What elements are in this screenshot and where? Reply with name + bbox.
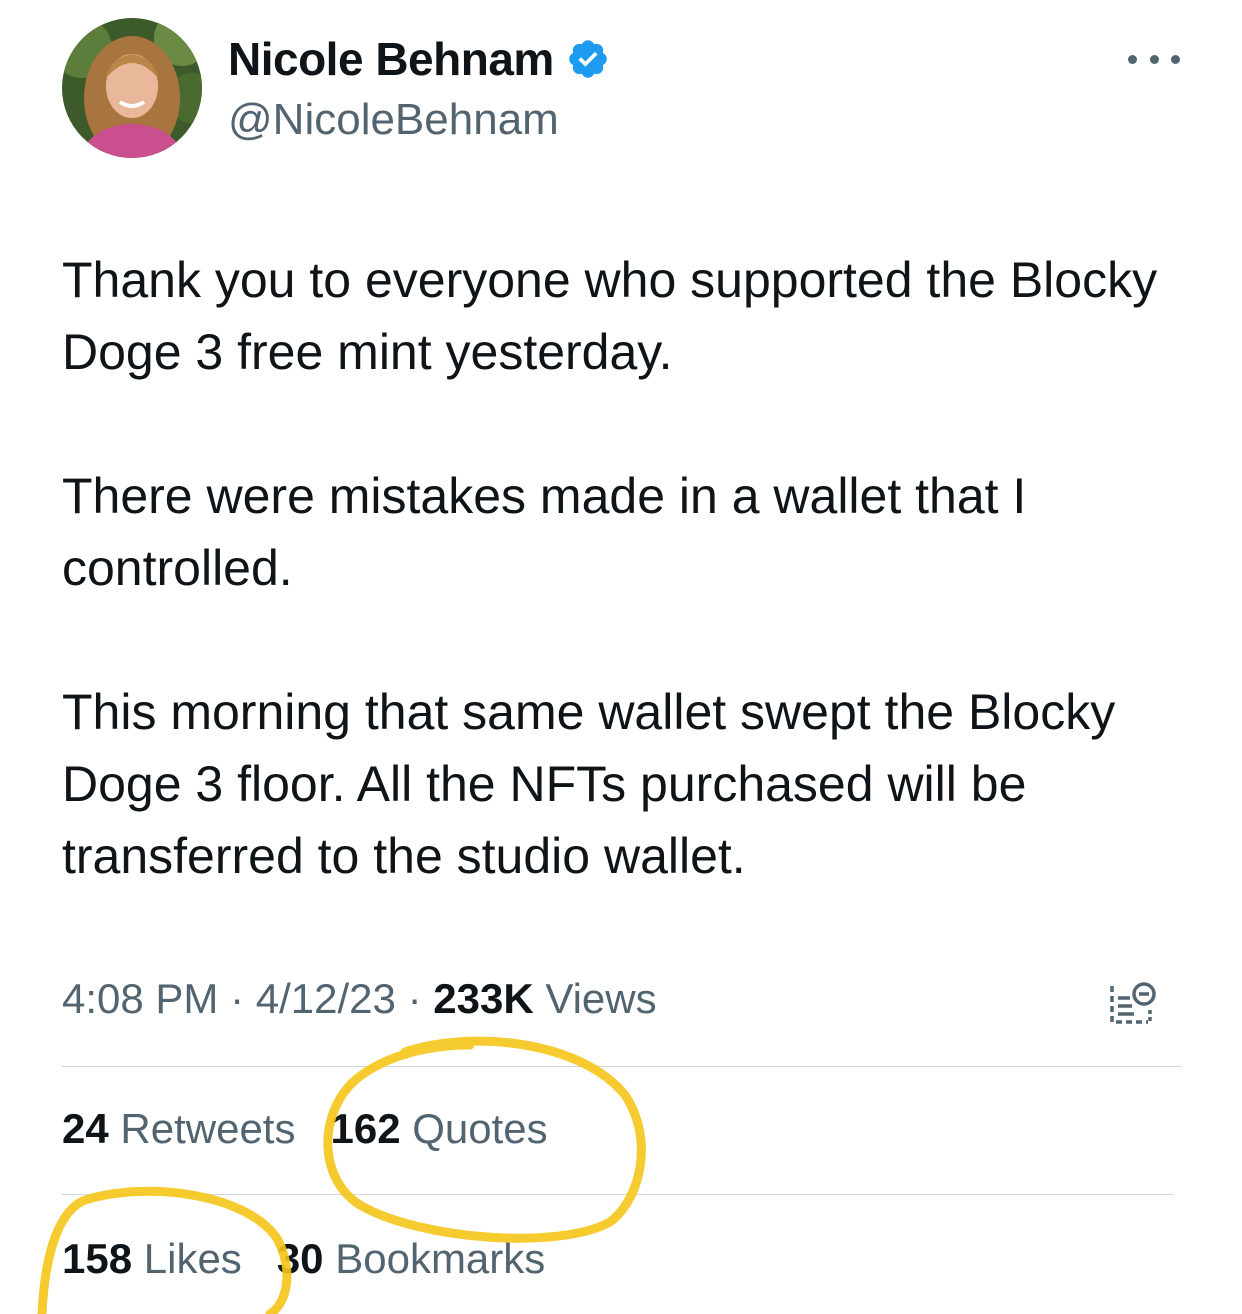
meta-separator: · <box>407 975 422 1022</box>
avatar-image <box>62 18 202 158</box>
more-options-icon[interactable] <box>1128 44 1180 74</box>
author-name-text: Nicole Behnam <box>228 33 554 85</box>
bookmarks-label: Bookmarks <box>335 1235 546 1282</box>
likes-stat[interactable]: 158 Likes <box>62 1235 253 1282</box>
more-dot <box>1171 54 1180 64</box>
bookmarks-stat[interactable]: 30 Bookmarks <box>277 1235 545 1282</box>
views-count: 233K <box>433 975 534 1022</box>
divider <box>62 1066 1182 1067</box>
bookmarks-count: 30 <box>276 1235 324 1282</box>
stats-row-reactions: 158 Likes 30 Bookmarks <box>62 1235 545 1283</box>
views-label: Views <box>545 975 657 1022</box>
stats-row-engagement: 24 Retweets 162 Quotes <box>62 1105 548 1153</box>
retweets-count: 24 <box>62 1105 109 1152</box>
tweet-paragraph: This morning that same wallet swept the … <box>62 684 1116 884</box>
view-analytics-icon[interactable] <box>1104 976 1160 1032</box>
quotes-label: Quotes <box>412 1105 548 1152</box>
avatar[interactable] <box>62 18 202 158</box>
tweet-paragraph: There were mistakes made in a wallet tha… <box>62 468 1027 596</box>
retweets-stat[interactable]: 24 Retweets <box>62 1105 307 1152</box>
tweet-time[interactable]: 4:08 PM <box>62 975 218 1022</box>
author-handle[interactable]: @NicoleBehnam <box>228 95 559 145</box>
meta-separator: · <box>230 975 245 1022</box>
quotes-stat[interactable]: 162 Quotes <box>330 1105 547 1152</box>
tweet-meta: 4:08 PM · 4/12/23 · 233K Views <box>62 975 657 1023</box>
tweet-paragraph: Thank you to everyone who supported the … <box>62 252 1158 380</box>
likes-count: 158 <box>62 1235 133 1282</box>
more-dot <box>1128 54 1137 64</box>
verified-badge-icon[interactable] <box>566 37 610 81</box>
retweets-label: Retweets <box>120 1105 296 1152</box>
author-display-name[interactable]: Nicole Behnam <box>228 32 610 86</box>
tweet-text: Thank you to everyone who supported the … <box>62 244 1182 964</box>
more-dot <box>1149 54 1159 64</box>
likes-label: Likes <box>143 1235 242 1282</box>
tweet-date[interactable]: 4/12/23 <box>256 975 396 1022</box>
quotes-count: 162 <box>330 1105 401 1152</box>
divider <box>62 1194 1174 1195</box>
